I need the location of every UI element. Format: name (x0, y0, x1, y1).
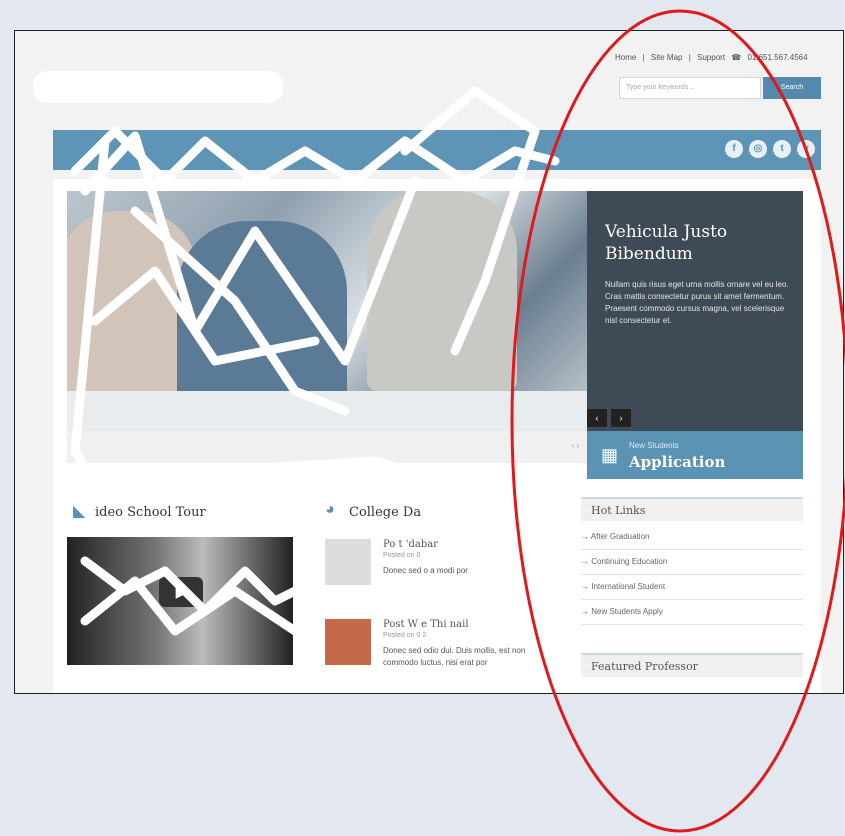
feature-panel: Vehicula Justo Bibendum Nullam quis risu… (587, 191, 803, 431)
phone-number: 01.651.567.4564 (747, 53, 808, 62)
next-slide-button[interactable]: › (611, 409, 631, 427)
prev-slide-button[interactable]: ‹ (587, 409, 607, 427)
home-link[interactable]: Home (615, 53, 636, 62)
separator: | (642, 53, 645, 62)
search-button[interactable]: Search (763, 77, 821, 99)
hot-link-item[interactable]: → Continuing Education (581, 550, 803, 575)
news-section-title: College Da (349, 505, 422, 520)
hot-link-item[interactable]: → New Students Apply (581, 600, 803, 625)
news-body: Donec sed odio dui. Duis mollis, est non… (383, 646, 526, 667)
separator: | (688, 53, 691, 62)
screenshot-frame: Home | Site Map | Support ☎ 01.651.567.4… (14, 30, 844, 694)
meeting-table (67, 391, 587, 431)
facebook-icon[interactable]: f (725, 140, 743, 158)
utility-nav: Home | Site Map | Support ☎ 01.651.567.4… (615, 53, 812, 62)
application-button[interactable]: ▦ New Students Application (587, 431, 803, 479)
sitemap-link[interactable]: Site Map (651, 53, 683, 62)
main-nav: f ◎ t v (53, 130, 821, 170)
calendar-icon: ▦ (601, 445, 619, 465)
instagram-icon[interactable]: ◎ (749, 140, 767, 158)
news-section-icon: ◕ (325, 501, 335, 518)
news-title[interactable]: Po t 'dabar (383, 539, 438, 550)
hot-links-title: Hot Links (581, 497, 803, 521)
person-figure (367, 191, 517, 391)
feature-title: Vehicula Justo Bibendum (605, 222, 728, 264)
news-thumbnail (325, 539, 371, 585)
search-input[interactable]: Type your keywords... (619, 77, 761, 99)
redacted-logo (33, 71, 283, 103)
hot-link-item[interactable]: → After Graduation (581, 525, 803, 550)
hero-image (67, 191, 587, 431)
hero-caption-bar: ‹ › (67, 431, 587, 463)
video-player[interactable]: ▶ (67, 537, 293, 665)
video-section-icon: ◣ (73, 503, 86, 520)
content-area: ‹ › Vehicula Justo Bibendum Nullam quis … (53, 179, 821, 693)
vimeo-icon[interactable]: v (797, 140, 815, 158)
application-subtitle: New Students (629, 441, 679, 450)
support-link[interactable]: Support (697, 53, 725, 62)
news-meta: Posted on 0 2 (383, 632, 427, 639)
play-icon[interactable]: ▶ (159, 577, 203, 607)
video-section-title: ideo School Tour (95, 505, 206, 520)
news-meta: Posted on 0 (383, 552, 421, 559)
twitter-icon[interactable]: t (773, 140, 791, 158)
news-body: Donec sed o a modi por (383, 566, 468, 575)
phone-icon: ☎ (731, 53, 742, 62)
hero-pager[interactable]: ‹ › (571, 441, 579, 450)
application-title: Application (629, 453, 726, 471)
hot-link-item[interactable]: → International Student (581, 575, 803, 600)
featured-professor-title: Featured Professor (581, 653, 803, 677)
news-title[interactable]: Post W e Thi nail (383, 619, 469, 630)
news-thumbnail (325, 619, 371, 665)
feature-body: Nullam quis risus eget urna mollis ornar… (605, 280, 789, 325)
